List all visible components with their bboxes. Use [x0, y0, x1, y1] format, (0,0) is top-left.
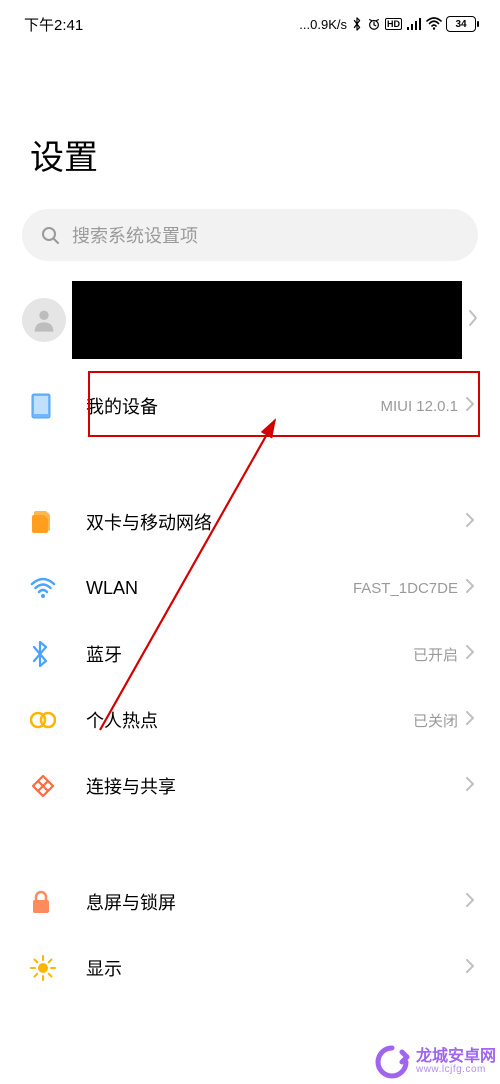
- net-speed: ...0.9K/s: [299, 17, 347, 32]
- chevron-right-icon: [466, 579, 474, 598]
- share-icon: [30, 773, 66, 799]
- row-label: 双卡与移动网络: [86, 509, 466, 535]
- row-sim[interactable]: 双卡与移动网络: [0, 489, 500, 555]
- watermark-line2: www.lcjfg.com: [416, 1065, 486, 1075]
- status-bar: 下午2:41 ...0.9K/s HD 34: [0, 0, 500, 40]
- row-value: 已开启: [413, 644, 458, 665]
- watermark: 龙城安卓网 www.lcjfg.com: [374, 1044, 496, 1080]
- brightness-icon: [30, 955, 66, 981]
- chevron-right-icon: [466, 397, 474, 416]
- chevron-right-icon: [466, 513, 474, 532]
- account-redacted: [72, 281, 462, 359]
- chevron-right-icon: [466, 777, 474, 796]
- row-label: 显示: [86, 955, 466, 981]
- row-label: 息屏与锁屏: [86, 889, 466, 915]
- bluetooth-status-icon: [351, 17, 363, 31]
- battery-icon: 34: [446, 16, 476, 32]
- status-time: 下午2:41: [24, 14, 83, 35]
- row-my-device[interactable]: 我的设备 MIUI 12.0.1: [0, 373, 500, 439]
- alarm-icon: [367, 17, 381, 31]
- wifi-status-icon: [426, 17, 442, 31]
- chevron-right-icon: [466, 711, 474, 730]
- chevron-right-icon: [466, 645, 474, 664]
- chevron-right-icon: [466, 959, 474, 978]
- watermark-icon: [374, 1044, 410, 1080]
- signal-icon: [406, 17, 422, 31]
- chevron-right-icon: [466, 893, 474, 912]
- row-connect[interactable]: 连接与共享: [0, 753, 500, 819]
- row-lock[interactable]: 息屏与锁屏: [0, 869, 500, 935]
- row-value: FAST_1DC7DE: [353, 580, 458, 597]
- bluetooth-icon: [30, 641, 66, 667]
- avatar: [22, 298, 66, 342]
- hd-icon: HD: [385, 18, 402, 30]
- watermark-line1: 龙城安卓网: [416, 1049, 496, 1065]
- row-label: 我的设备: [86, 393, 380, 419]
- device-icon: [30, 392, 66, 420]
- row-label: 个人热点: [86, 707, 413, 733]
- wifi-icon: [30, 577, 66, 599]
- account-row[interactable]: [0, 281, 500, 359]
- row-label: WLAN: [86, 578, 353, 599]
- row-hotspot[interactable]: 个人热点 已关闭: [0, 687, 500, 753]
- sim-icon: [30, 509, 66, 535]
- hotspot-icon: [30, 707, 66, 733]
- row-value: 已关闭: [413, 710, 458, 731]
- row-display[interactable]: 显示: [0, 935, 500, 1001]
- page-title: 设置: [0, 40, 500, 199]
- search-input[interactable]: 搜索系统设置项: [22, 209, 478, 261]
- search-icon: [40, 225, 60, 245]
- search-placeholder: 搜索系统设置项: [72, 222, 198, 248]
- status-right: ...0.9K/s HD 34: [299, 16, 476, 32]
- row-value: MIUI 12.0.1: [380, 398, 458, 415]
- row-label: 蓝牙: [86, 641, 413, 667]
- chevron-right-icon: [468, 309, 478, 332]
- row-label: 连接与共享: [86, 773, 466, 799]
- row-bluetooth[interactable]: 蓝牙 已开启: [0, 621, 500, 687]
- row-wlan[interactable]: WLAN FAST_1DC7DE: [0, 555, 500, 621]
- lock-icon: [30, 889, 66, 915]
